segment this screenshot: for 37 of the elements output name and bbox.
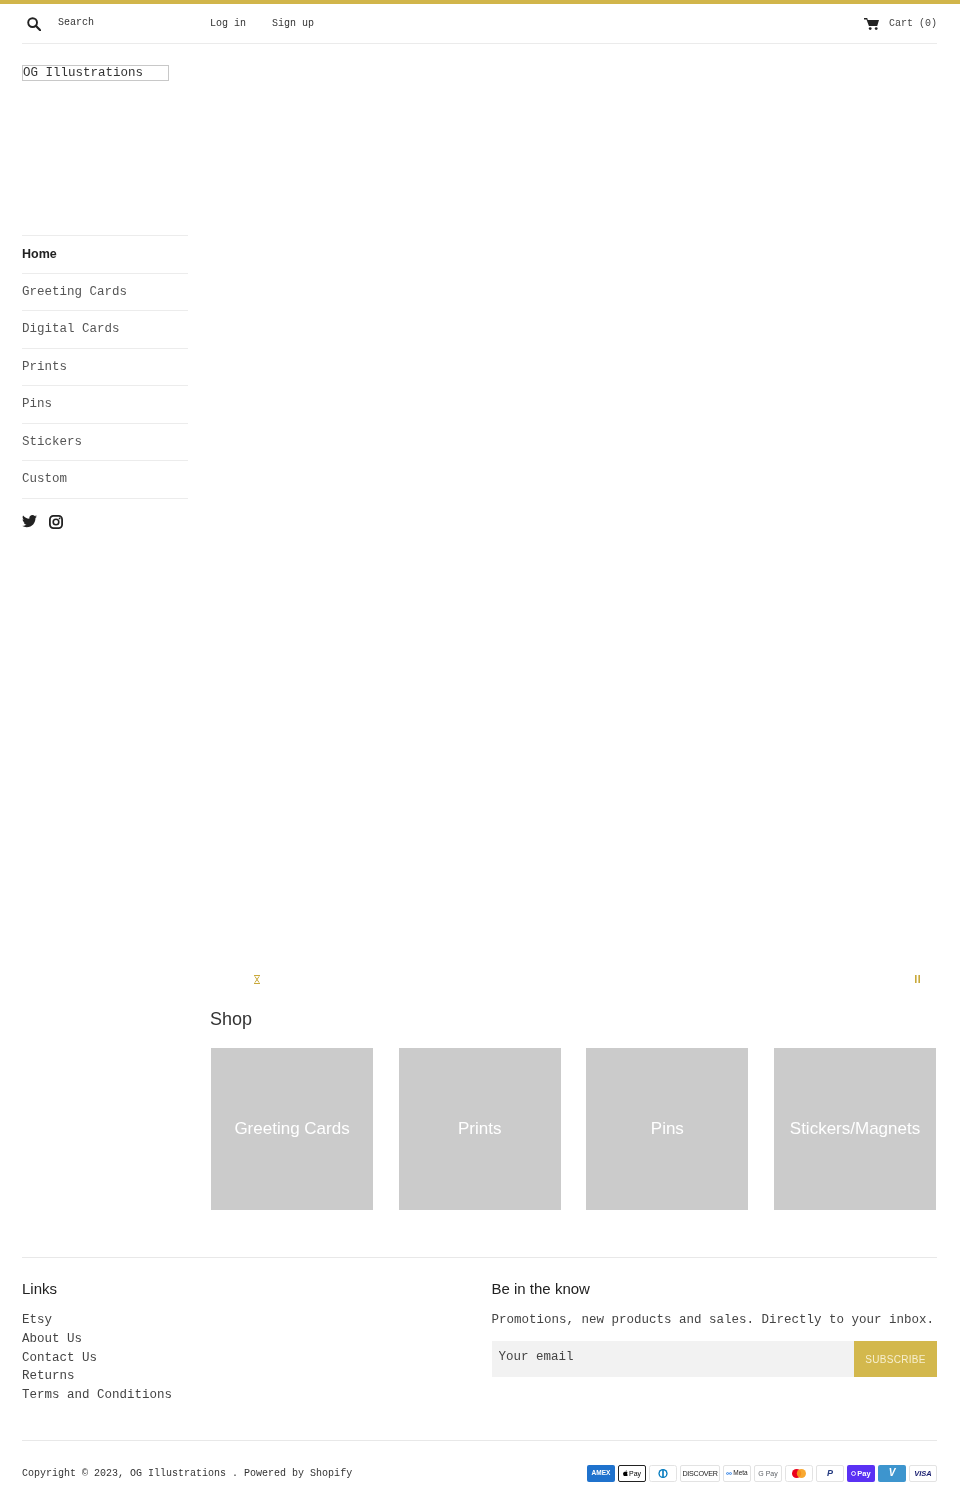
nav-link[interactable]: Pins — [22, 397, 52, 412]
footer-link[interactable]: Returns — [22, 1367, 75, 1387]
apple-icon — [622, 1470, 628, 1477]
bird-icon[interactable] — [22, 515, 37, 528]
search-icon[interactable] — [27, 16, 41, 31]
copyright-text: Copyright © 2023, — [22, 1467, 125, 1479]
newsletter-text: Promotions, new products and sales. Directly to your inbox. — [491, 1312, 936, 1330]
footer-heading: Be in the know — [491, 1279, 591, 1300]
section-heading: Shop — [210, 1008, 254, 1030]
nav-link[interactable]: Greeting Cards — [22, 284, 128, 299]
header-link[interactable]: Log in — [210, 18, 246, 29]
email-field[interactable]: Your email — [491, 1341, 854, 1378]
nav-link[interactable]: Custom — [22, 472, 67, 487]
nav-link[interactable]: Home — [22, 247, 57, 262]
shop-link[interactable]: OG Illustrations — [130, 1467, 227, 1479]
footer-heading: Links — [22, 1279, 59, 1300]
search-field[interactable]: Search — [58, 15, 158, 29]
payment-logo: V — [878, 1464, 906, 1482]
overlapping-circles-icon — [785, 1464, 813, 1482]
logo-link[interactable]: OG Illustrations — [22, 65, 169, 81]
separator-text: . — [232, 1467, 239, 1479]
header-link[interactable]: Sign up — [272, 18, 315, 29]
infinity-icon — [726, 1471, 733, 1475]
hourglass-icon — [254, 974, 260, 984]
ring-icon — [851, 1470, 857, 1476]
nav-link[interactable]: Stickers — [22, 434, 82, 449]
cart-icon — [864, 17, 879, 30]
powered-by-link[interactable]: Powered by Shopify — [244, 1467, 353, 1479]
footer-link[interactable]: About Us — [22, 1329, 82, 1349]
cart-link[interactable]: Cart (0) — [864, 17, 937, 30]
camera-icon[interactable] — [49, 514, 63, 529]
nav-link[interactable]: Digital Cards — [22, 322, 120, 337]
footer-link[interactable]: Terms and Conditions — [22, 1386, 173, 1405]
footer-link[interactable]: Etsy — [22, 1311, 52, 1330]
payment-logo: P — [816, 1464, 844, 1482]
footer-link[interactable]: Contact Us — [22, 1348, 97, 1368]
nav-link[interactable]: Prints — [22, 359, 67, 374]
